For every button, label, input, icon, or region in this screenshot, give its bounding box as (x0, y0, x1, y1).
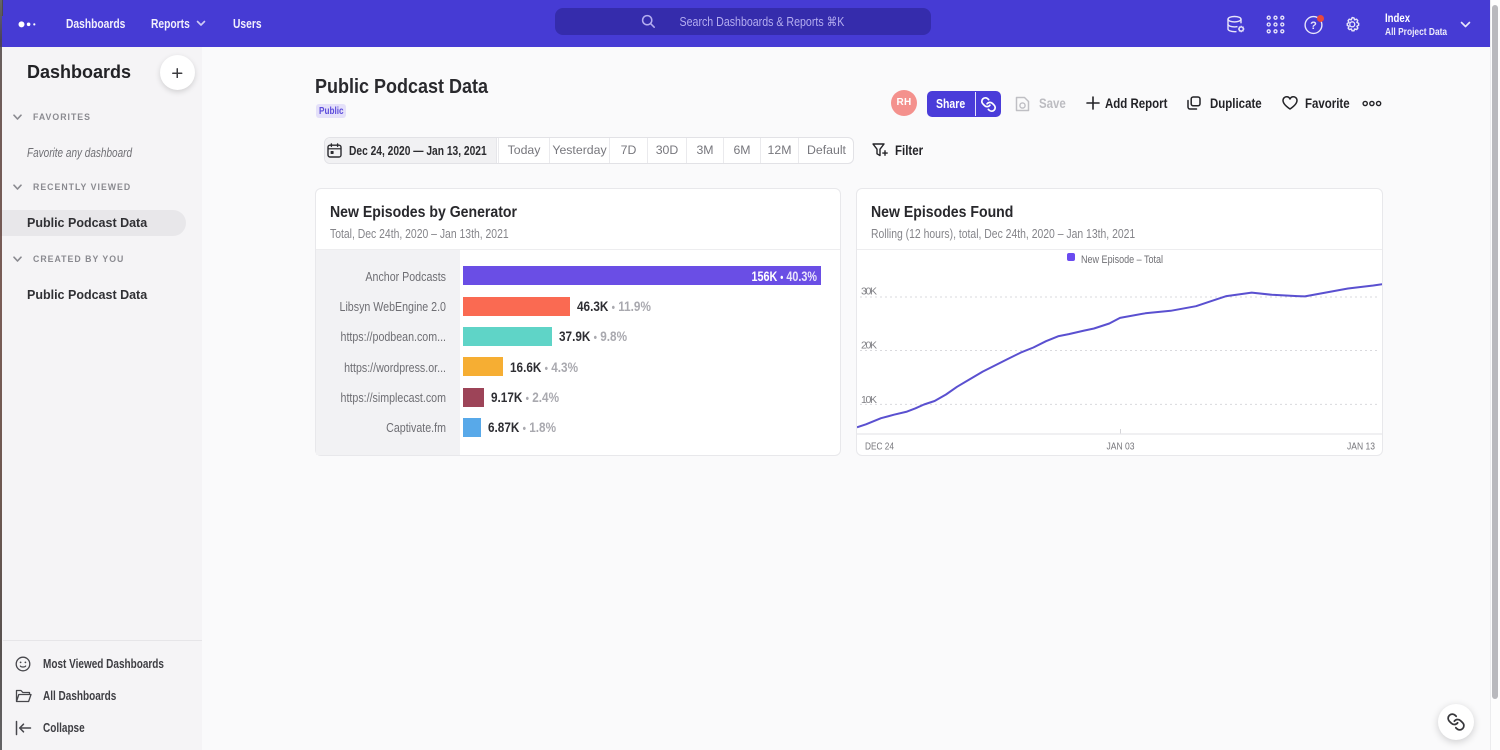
svg-text:?: ? (1310, 20, 1317, 32)
svg-text:20K: 20K (861, 340, 877, 352)
svg-text:30K: 30K (861, 286, 877, 298)
svg-text:JAN 03: JAN 03 (1107, 441, 1135, 453)
svg-text:JAN 13: JAN 13 (1347, 441, 1375, 453)
svg-text:DEC 24: DEC 24 (865, 441, 894, 453)
svg-text:10K: 10K (861, 394, 877, 406)
